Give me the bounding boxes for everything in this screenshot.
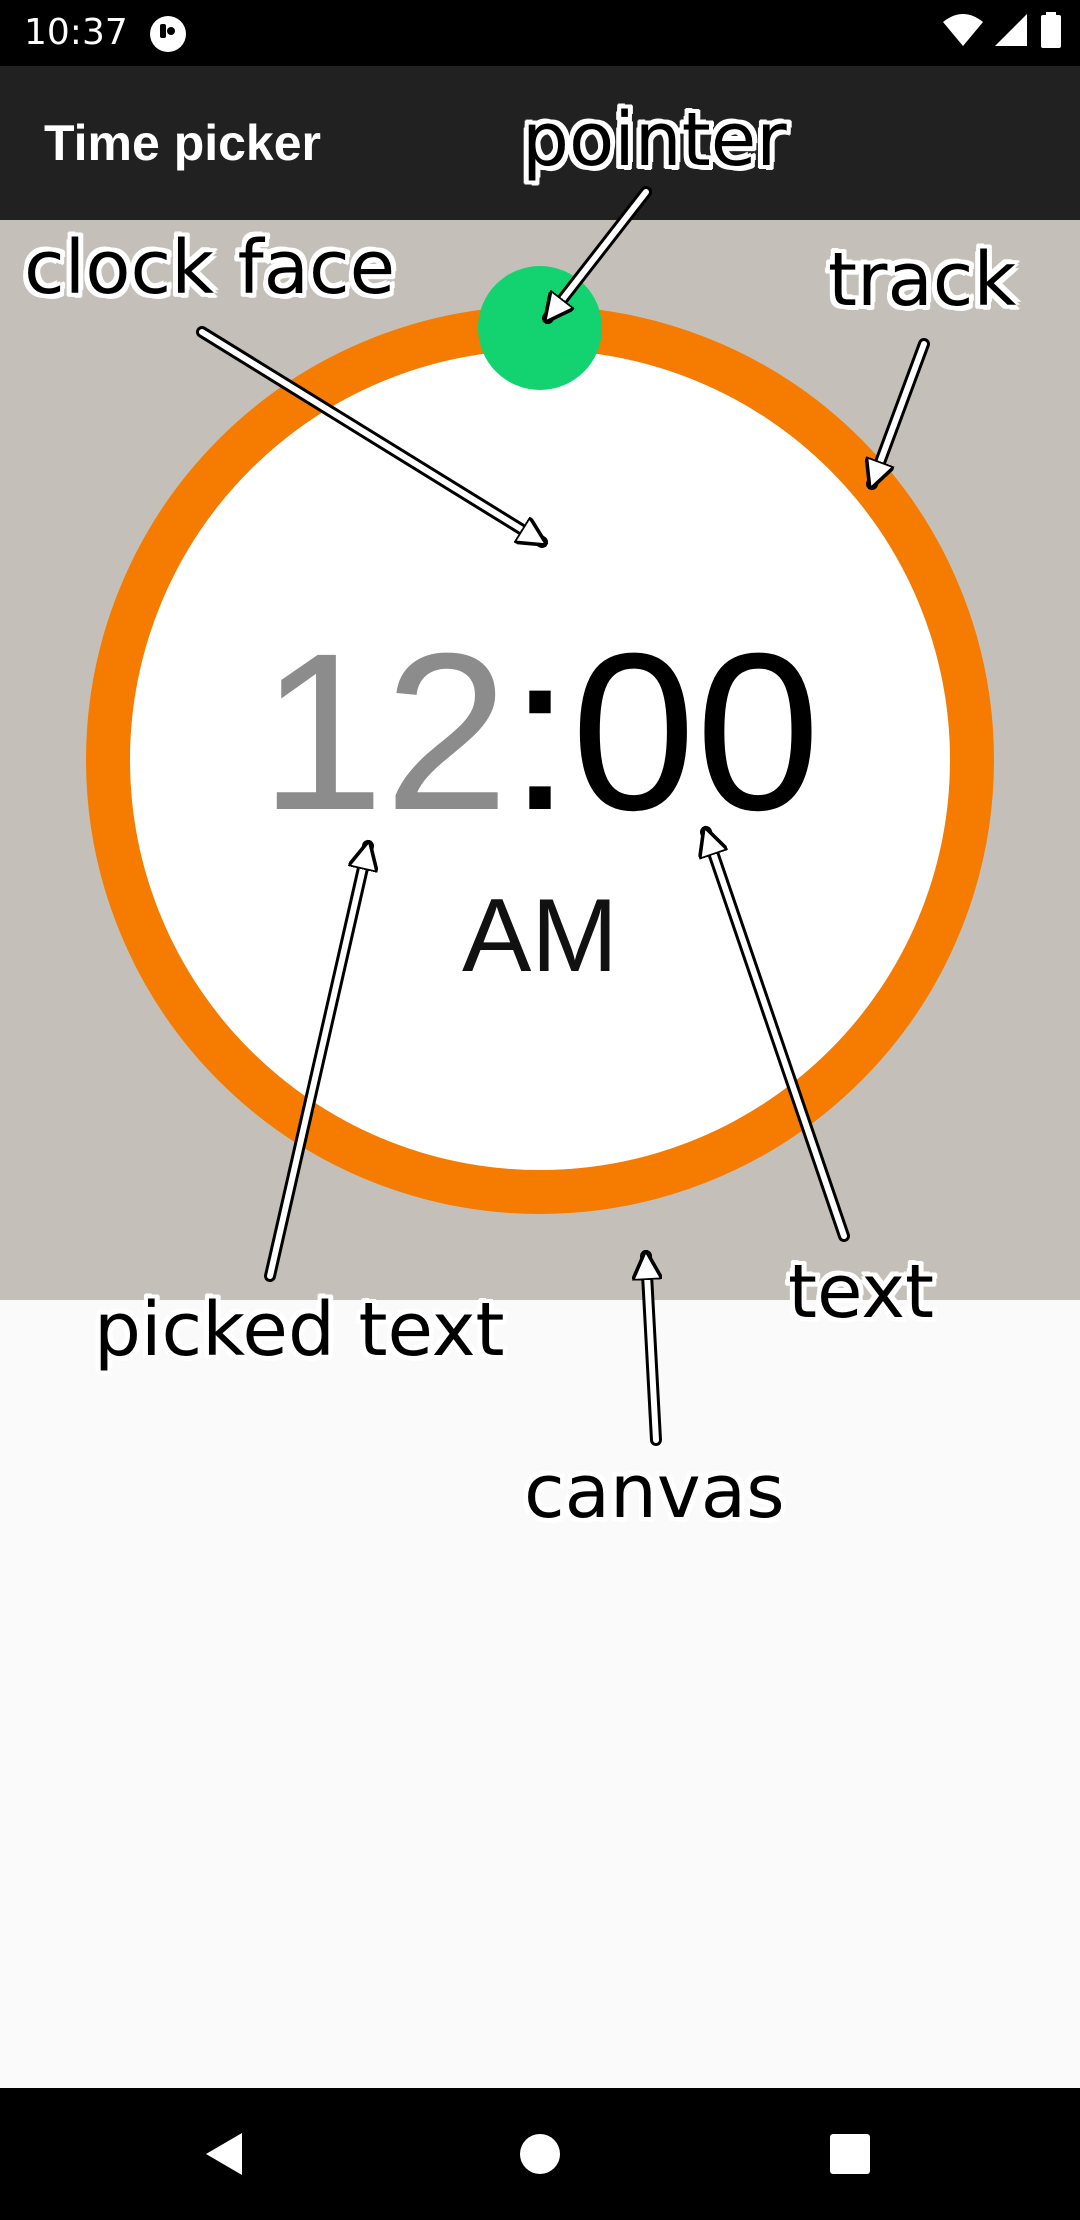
annotation-text: text xyxy=(788,1249,935,1335)
wifi-icon xyxy=(942,14,983,46)
text-minutes: 00 xyxy=(571,607,821,857)
screen: 10:37 Time picker 12:00 AM pointer clock… xyxy=(0,0,1080,2220)
annotation-clock-face: clock face xyxy=(24,225,396,311)
app-title: Time picker xyxy=(44,115,322,171)
battery-icon xyxy=(1041,12,1061,48)
home-icon[interactable] xyxy=(518,2132,562,2176)
time-display: 12:00 xyxy=(0,620,1080,844)
picked-text-hours: 12 xyxy=(259,607,509,857)
annotation-picked-text: picked text xyxy=(94,1287,505,1373)
am-pm-label: AM xyxy=(462,878,618,994)
time-separator: : xyxy=(508,607,572,857)
status-icons xyxy=(942,12,1062,48)
signal-icon xyxy=(994,14,1027,46)
annotation-pointer: pointer xyxy=(522,97,787,183)
status-bar: 10:37 xyxy=(0,0,1080,66)
canvas[interactable]: 12:00 AM xyxy=(0,220,1080,1300)
navigation-bar xyxy=(0,2088,1080,2220)
status-time: 10:37 xyxy=(24,12,128,53)
annotation-track: track xyxy=(828,237,1017,323)
pointer[interactable] xyxy=(478,266,602,390)
annotation-canvas: canvas xyxy=(524,1449,785,1535)
recents-icon[interactable] xyxy=(828,2132,872,2176)
app-notification-icon xyxy=(150,16,186,52)
back-icon[interactable] xyxy=(200,2129,250,2179)
